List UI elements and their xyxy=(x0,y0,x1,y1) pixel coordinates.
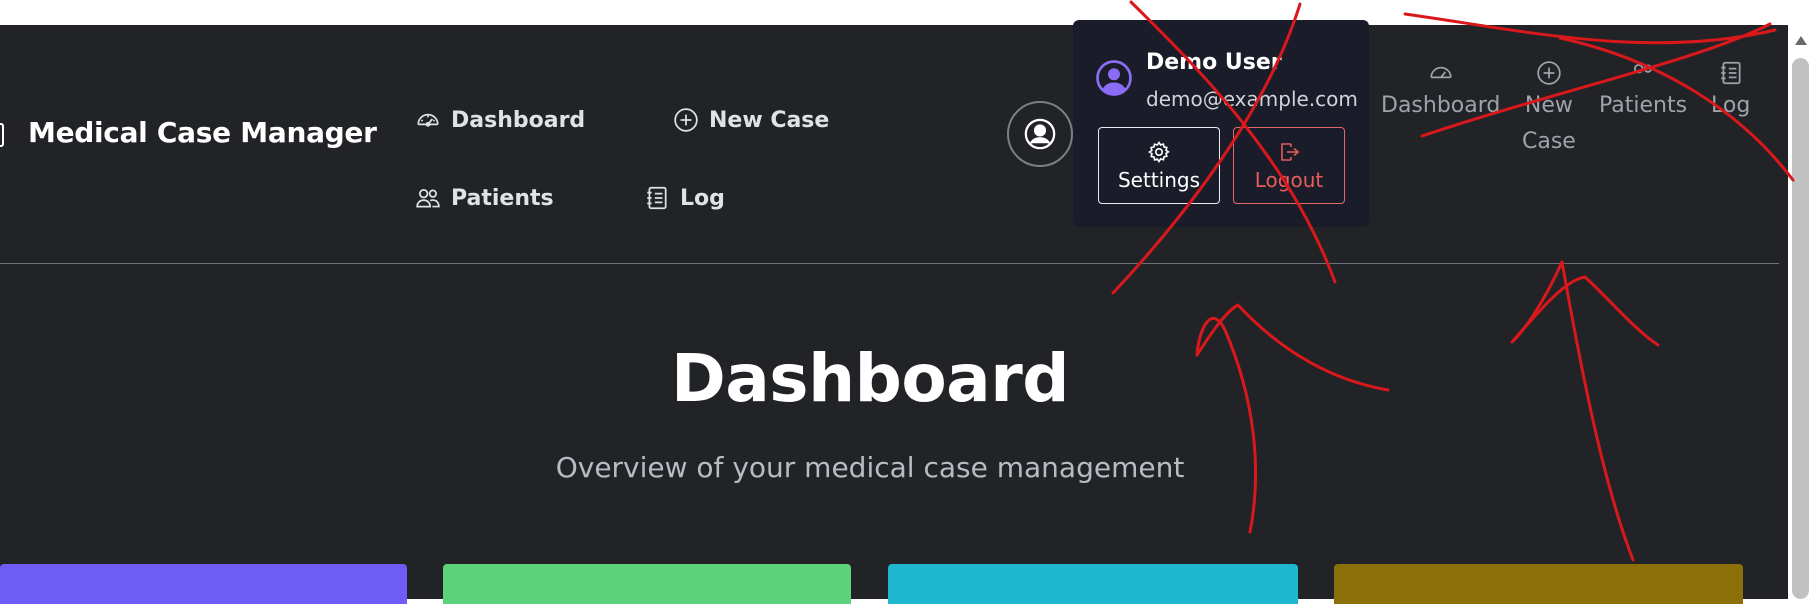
scroll-up-arrow-icon[interactable] xyxy=(1795,36,1807,45)
collapsed-nav-patients-label: Patients xyxy=(1599,93,1688,118)
vertical-scrollbar[interactable] xyxy=(1788,25,1813,599)
stat-card[interactable] xyxy=(0,564,407,604)
header-divider xyxy=(0,263,1779,264)
user-circle-icon xyxy=(1024,118,1056,150)
nav-new-case[interactable]: New Case xyxy=(673,107,829,133)
user-menu-toggle[interactable] xyxy=(1007,101,1073,167)
nav-patients-label: Patients xyxy=(451,185,554,211)
speedometer-icon xyxy=(1430,66,1452,79)
nav-new-case-label: New Case xyxy=(709,107,830,133)
stat-card[interactable] xyxy=(1334,564,1743,604)
page-subtitle: Overview of your medical case management xyxy=(555,451,1185,484)
user-dropdown: Demo User demo@example.com Settings Logo… xyxy=(1073,20,1369,227)
brand-icon xyxy=(0,123,4,147)
stat-card[interactable] xyxy=(443,564,851,604)
user-email: demo@example.com xyxy=(1146,87,1358,111)
speedometer-icon xyxy=(417,113,439,127)
page-title: Dashboard xyxy=(670,340,1070,417)
settings-button[interactable]: Settings xyxy=(1098,127,1220,204)
nav-dashboard[interactable]: Dashboard xyxy=(415,107,585,133)
app-content: Medical Case Manager Dashboard New Case … xyxy=(0,0,1788,604)
nav-dashboard-label: Dashboard xyxy=(451,107,586,133)
nav-patients[interactable]: Patients xyxy=(415,185,554,211)
collapsed-nav-patients[interactable]: Patients xyxy=(1599,60,1687,124)
journal-icon xyxy=(1720,61,1741,85)
user-name: Demo User xyxy=(1146,50,1282,75)
scroll-thumb[interactable] xyxy=(1792,58,1809,599)
people-icon xyxy=(1634,64,1653,74)
settings-label: Settings xyxy=(1117,167,1201,192)
collapsed-nav-case-label: Case xyxy=(1522,129,1576,154)
brand-title[interactable]: Medical Case Manager xyxy=(28,116,377,149)
collapsed-nav-dashboard-label: Dashboard xyxy=(1381,93,1501,118)
logout-label: Logout xyxy=(1254,167,1324,192)
gear-icon xyxy=(1148,140,1170,163)
nav-log-label: Log xyxy=(680,185,725,211)
collapsed-nav-new-case[interactable]: New Case xyxy=(1522,60,1576,160)
logout-icon xyxy=(1281,142,1300,161)
collapsed-nav-log[interactable]: Log xyxy=(1711,60,1750,124)
user-avatar-icon xyxy=(1096,60,1132,96)
people-icon xyxy=(416,189,440,208)
collapsed-nav-new-label: New xyxy=(1524,93,1573,118)
journal-icon xyxy=(647,186,667,210)
logout-button[interactable]: Logout xyxy=(1233,127,1345,204)
collapsed-nav-log-label: Log xyxy=(1711,93,1751,118)
plus-circle-icon xyxy=(1537,61,1561,85)
stat-card[interactable] xyxy=(888,564,1298,604)
plus-circle-icon xyxy=(674,108,698,132)
nav-log[interactable]: Log xyxy=(644,185,725,211)
collapsed-nav-dashboard[interactable]: Dashboard xyxy=(1381,60,1500,124)
